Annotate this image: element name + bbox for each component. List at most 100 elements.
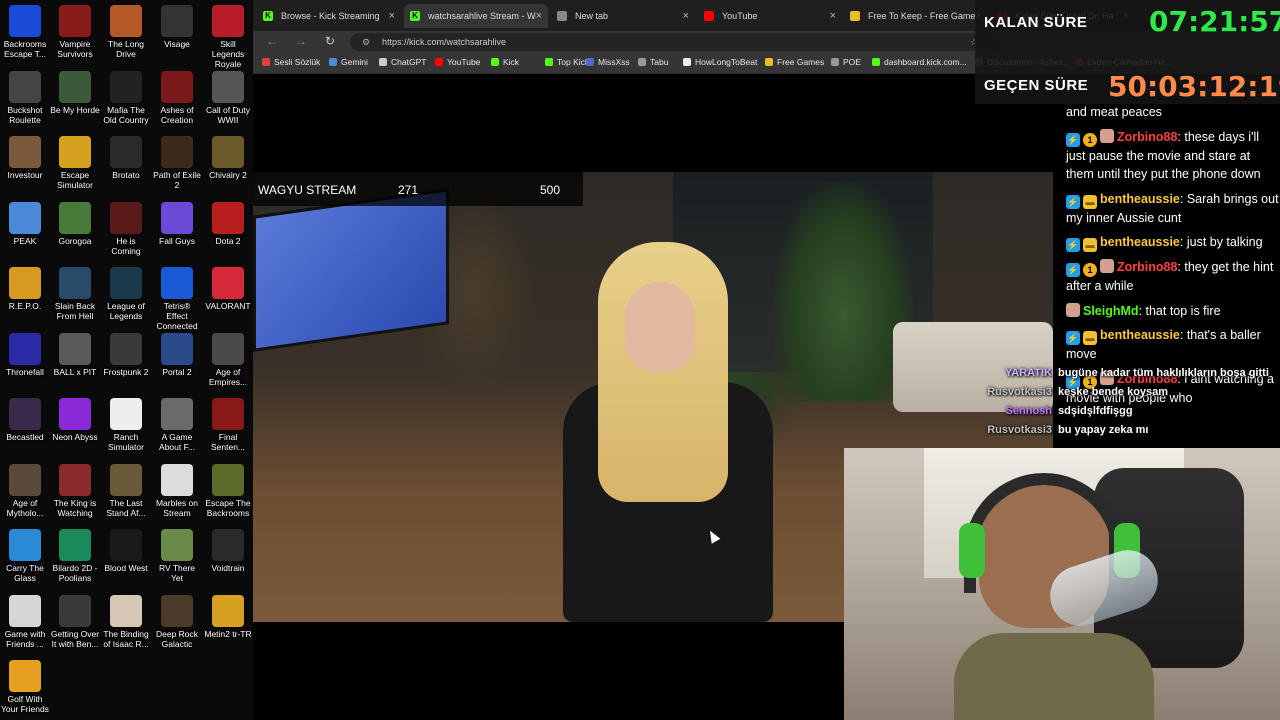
tab-close-icon[interactable]: ×	[389, 10, 395, 22]
desktop-icon[interactable]: Game with Friends ...	[0, 591, 50, 649]
desktop-icon[interactable]: Investour	[0, 132, 50, 180]
desktop-icon[interactable]: Tetris® Effect Connected	[152, 263, 202, 331]
tab-close-icon[interactable]: ×	[830, 10, 836, 22]
bookmark-item[interactable]: POE	[831, 57, 861, 67]
desktop-icon[interactable]: Slain Back From Hell	[50, 263, 100, 321]
desktop-icon[interactable]: Portal 2	[152, 329, 202, 377]
desktop-icon[interactable]: Path of Exile 2	[152, 132, 202, 190]
desktop-icon[interactable]: VALORANT	[203, 263, 253, 311]
desktop-icon[interactable]: The King is Watching	[50, 460, 100, 518]
desktop-icon[interactable]: Becastled	[0, 394, 50, 442]
overlay-chat-line: Sennosh sdşidşlfdfişgg	[1006, 405, 1133, 417]
bookmark-favicon-icon	[545, 58, 553, 66]
forward-icon[interactable]: →	[295, 34, 307, 48]
tab-close-icon[interactable]: ×	[536, 10, 542, 22]
chat-username[interactable]: bentheaussie	[1100, 192, 1180, 206]
desktop-icon[interactable]: Be My Horde	[50, 67, 100, 115]
desktop-icon[interactable]: League of Legends	[101, 263, 151, 321]
desktop-icon[interactable]: BALL x PIT	[50, 329, 100, 377]
desktop-icon[interactable]: Backrooms Escape T...	[0, 1, 50, 59]
desktop-icon[interactable]: The Last Stand Af...	[101, 460, 151, 518]
overlay-chat-text: bugüne kadar tüm haklılıkların boşa gitt…	[1058, 367, 1269, 379]
desktop-icon[interactable]: Blood West	[101, 525, 151, 573]
helmet-icon	[212, 332, 244, 365]
dota-icon	[212, 201, 244, 234]
tab[interactable]: New tab ×	[551, 4, 695, 28]
desktop-icon[interactable]: Metin2 tr-TR	[203, 591, 253, 639]
desktop-icon[interactable]: Escape The Backrooms	[203, 460, 253, 518]
desktop-icon-label: Visage	[164, 39, 190, 49]
bookmark-item[interactable]: Sesli Sözlük	[262, 57, 320, 67]
bookmark-item[interactable]: YouTube	[435, 57, 480, 67]
desktop-icon[interactable]: Thronefall	[0, 329, 50, 377]
tab[interactable]: YouTube ×	[698, 4, 842, 28]
bookmark-item[interactable]: Tabu	[638, 57, 668, 67]
gift-badge-icon: ▬	[1083, 331, 1097, 345]
desktop-icon[interactable]: Frostpunk 2	[101, 329, 151, 377]
bookmark-item[interactable]: Free Games	[765, 57, 824, 67]
investour-icon	[9, 136, 41, 168]
address-bar[interactable]: ⚙ https://kick.com/watchsarahlive ☆	[350, 33, 1000, 51]
desktop-icon[interactable]: Age of Mytholo...	[0, 460, 50, 518]
desktop-icon[interactable]: RV There Yet	[152, 525, 202, 583]
desktop-icon[interactable]: Ranch Simulator	[101, 394, 151, 452]
desktop-icon[interactable]: Skill Legends Royale	[203, 1, 253, 69]
video-tv	[253, 188, 449, 352]
chat-username[interactable]: bentheaussie	[1100, 328, 1180, 342]
desktop-icon[interactable]: Golf With Your Friends	[0, 656, 50, 714]
desktop-icon[interactable]: Getting Over It with Ben...	[50, 591, 100, 649]
desktop-icon-label: Age of Mytholo...	[6, 497, 44, 518]
desktop-icon-label: Thronefall	[6, 366, 44, 377]
desktop-icon[interactable]: Brotato	[101, 132, 151, 180]
overlay-chat-user: YARATIK	[1004, 367, 1052, 379]
desktop-icon[interactable]: Escape Simulator	[50, 132, 100, 190]
bookmark-item[interactable]: Gemini	[329, 57, 368, 67]
desktop-icon[interactable]: Vampire Survivors	[50, 1, 100, 59]
desktop-icon[interactable]: Neon Abyss	[50, 394, 100, 442]
desktop-icon[interactable]: Chivalry 2	[203, 132, 253, 180]
site-info-icon[interactable]: ⚙	[362, 33, 370, 51]
tab-favicon-icon	[557, 11, 567, 21]
desktop-icon[interactable]: A Game About F...	[152, 394, 202, 452]
desktop-icon[interactable]: Age of Empires...	[203, 329, 253, 387]
desktop-icon[interactable]: Visage	[152, 1, 202, 49]
bookmark-item[interactable]: ChatGPT	[379, 57, 426, 67]
tab-close-icon[interactable]: ×	[683, 10, 689, 22]
desktop-icon[interactable]: Bilardo 2D - Poolians	[50, 525, 100, 583]
bookmark-item[interactable]: MissXss	[586, 57, 630, 67]
shotgun-icon	[9, 70, 41, 103]
desktop-icon[interactable]: Carry The Glass	[0, 525, 50, 583]
slain-icon	[59, 267, 91, 299]
bookmark-item[interactable]: dashboard.kick.com...	[872, 57, 967, 67]
desktop-icon[interactable]: Final Senten...	[203, 394, 253, 452]
desktop-icon[interactable]: The Binding of Isaac R...	[101, 591, 151, 649]
desktop-icon[interactable]: The Long Drive	[101, 1, 151, 59]
desktop-icon[interactable]: Call of Duty WWII	[203, 67, 253, 125]
desktop-icon[interactable]: Ashes of Creation	[152, 67, 202, 125]
desktop-icon[interactable]: Deep Rock Galactic	[152, 591, 202, 649]
chat-username[interactable]: Zorbino88	[1117, 130, 1177, 144]
desktop-icon[interactable]: Dota 2	[203, 198, 253, 246]
desktop-icon[interactable]: PEAK	[0, 198, 50, 246]
friends-icon	[9, 594, 41, 627]
bookmark-favicon-icon	[683, 58, 691, 66]
bookmark-item[interactable]: Kick	[491, 57, 519, 67]
chat-username[interactable]: bentheaussie	[1100, 235, 1180, 249]
desktop-icon[interactable]: Buckshot Roulette	[0, 67, 50, 125]
chat-username[interactable]: Zorbino88	[1117, 260, 1177, 274]
tab[interactable]: Free To Keep - Free Games, E×	[844, 4, 988, 28]
desktop-icon[interactable]: Mafia The Old Country	[101, 67, 151, 125]
bookmark-item[interactable]: HowLongToBeat	[683, 57, 757, 67]
desktop-icon[interactable]: He is Coming	[101, 198, 151, 256]
desktop-icon[interactable]: Gorogoa	[50, 198, 100, 246]
back-icon[interactable]: ←	[266, 34, 278, 48]
tab[interactable]: K Browse - Kick Streaming ×	[257, 4, 401, 28]
desktop-icon[interactable]: R.E.P.O.	[0, 263, 50, 311]
desktop-icon[interactable]: Fall Guys	[152, 198, 202, 246]
desktop-icon[interactable]: Voidtrain	[203, 525, 253, 573]
chat-username[interactable]: SleighMd	[1083, 304, 1139, 318]
bookmark-item[interactable]: Top Kick	[545, 57, 589, 67]
desktop-icon[interactable]: Marbles on Stream	[152, 460, 202, 518]
reload-icon[interactable]: ↻	[325, 34, 335, 48]
tab[interactable]: Kwatchsarahlive Stream - Watc ×	[404, 4, 548, 28]
